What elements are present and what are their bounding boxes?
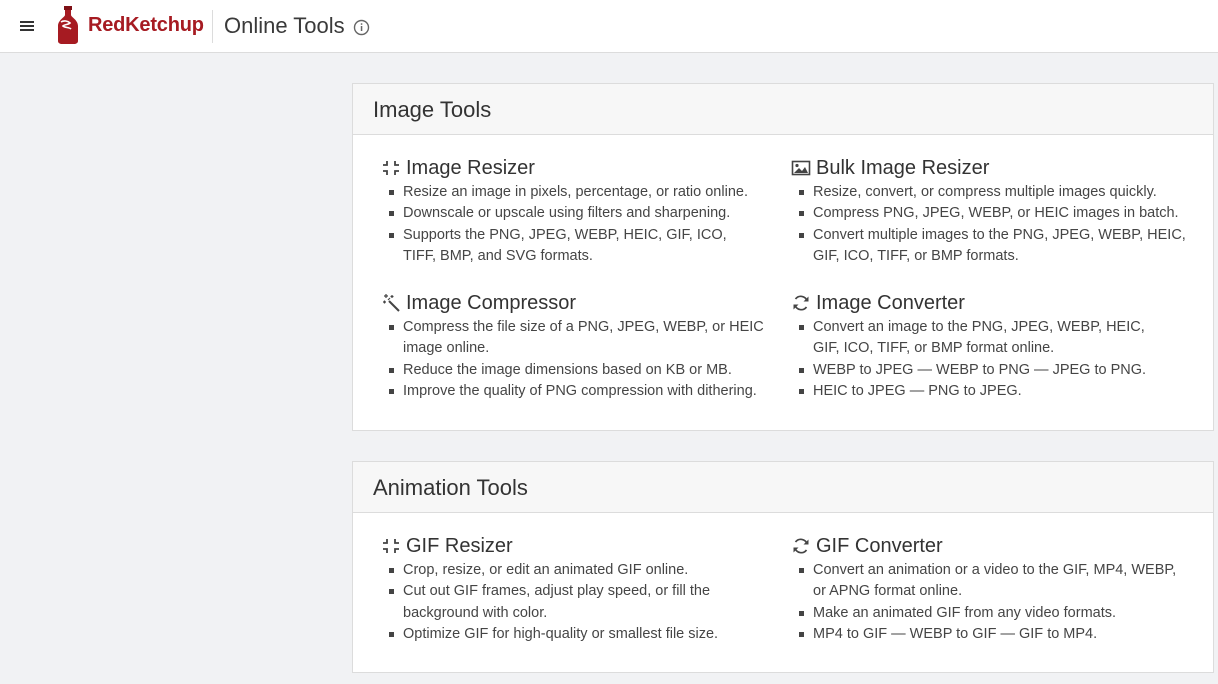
- brand-name[interactable]: RedKetchup: [88, 14, 204, 37]
- feature-list: Resize, convert, or compress multiple im…: [791, 182, 1191, 267]
- animation-tools-header: Animation Tools: [353, 462, 1213, 513]
- section-title: Animation Tools: [373, 475, 528, 500]
- tool-gif-converter: GIF Converter Convert an animation or a …: [791, 533, 1191, 645]
- list-item: Improve the quality of PNG compression w…: [381, 381, 781, 402]
- tool-image-converter: Image Converter Convert an image to the …: [791, 290, 1191, 402]
- tool-title-text: GIF Resizer: [406, 534, 513, 557]
- tool-title-text: Image Resizer: [406, 156, 535, 179]
- feature-list: Crop, resize, or edit an animated GIF on…: [381, 560, 781, 645]
- image-tools-card: Image Tools Image Resizer Resize an imag…: [352, 83, 1214, 431]
- feature-list: Convert an image to the PNG, JPEG, WEBP,…: [791, 317, 1191, 402]
- resize-icon: [381, 536, 401, 556]
- tool-title-text: Bulk Image Resizer: [816, 156, 990, 179]
- tool-image-compressor: Image Compressor Compress the file size …: [381, 290, 781, 402]
- ketchup-bottle-logo[interactable]: [56, 6, 80, 44]
- image-converter-link[interactable]: Image Converter: [791, 290, 1191, 316]
- list-item: Optimize GIF for high-quality or smalles…: [381, 624, 781, 645]
- image-tools-header: Image Tools: [353, 84, 1213, 135]
- list-item: Compress the file size of a PNG, JPEG, W…: [381, 317, 771, 360]
- feature-list: Resize an image in pixels, percentage, o…: [381, 182, 781, 267]
- list-item: Convert an image to the PNG, JPEG, WEBP,…: [791, 317, 1171, 360]
- list-item: Convert an animation or a video to the G…: [791, 560, 1186, 603]
- hamburger-menu-icon[interactable]: [18, 16, 38, 36]
- tool-bulk-image-resizer: Bulk Image Resizer Resize, convert, or c…: [791, 155, 1191, 267]
- image-resizer-link[interactable]: Image Resizer: [381, 155, 781, 181]
- list-item: Supports the PNG, JPEG, WEBP, HEIC, GIF,…: [381, 225, 751, 268]
- list-item: Crop, resize, or edit an animated GIF on…: [381, 560, 781, 581]
- list-item: Downscale or upscale using filters and s…: [381, 203, 781, 224]
- list-item: Cut out GIF frames, adjust play speed, o…: [381, 581, 741, 624]
- feature-list: Convert an animation or a video to the G…: [791, 560, 1191, 645]
- header-divider: [212, 10, 213, 43]
- gif-resizer-link[interactable]: GIF Resizer: [381, 533, 781, 559]
- list-item: Convert multiple images to the PNG, JPEG…: [791, 225, 1191, 268]
- convert-icon: [791, 536, 811, 556]
- resize-icon: [381, 158, 401, 178]
- list-item: HEIC to JPEG — PNG to JPEG.: [791, 381, 1191, 402]
- tool-title-text: Image Compressor: [406, 291, 577, 314]
- images-icon: [791, 158, 811, 178]
- list-item: MP4 to GIF — WEBP to GIF — GIF to MP4.: [791, 624, 1191, 645]
- magic-wand-icon: [381, 293, 401, 313]
- list-item: Resize, convert, or compress multiple im…: [791, 182, 1191, 203]
- tool-title-text: Image Converter: [816, 291, 965, 314]
- list-item: WEBP to JPEG — WEBP to PNG — JPEG to PNG…: [791, 360, 1191, 381]
- top-bar: RedKetchup Online Tools: [0, 0, 1218, 53]
- info-icon[interactable]: [353, 19, 370, 36]
- feature-list: Compress the file size of a PNG, JPEG, W…: [381, 317, 781, 402]
- animation-tools-card: Animation Tools GIF Resizer Crop, resize…: [352, 461, 1214, 673]
- image-compressor-link[interactable]: Image Compressor: [381, 290, 781, 316]
- list-item: Make an animated GIF from any video form…: [791, 603, 1191, 624]
- tool-image-resizer: Image Resizer Resize an image in pixels,…: [381, 155, 781, 267]
- list-item: Compress PNG, JPEG, WEBP, or HEIC images…: [791, 203, 1191, 224]
- tool-title-text: GIF Converter: [816, 534, 943, 557]
- section-title: Image Tools: [373, 97, 492, 122]
- list-item: Reduce the image dimensions based on KB …: [381, 360, 781, 381]
- bulk-image-resizer-link[interactable]: Bulk Image Resizer: [791, 155, 1191, 181]
- tool-gif-resizer: GIF Resizer Crop, resize, or edit an ani…: [381, 533, 781, 645]
- convert-icon: [791, 293, 811, 313]
- gif-converter-link[interactable]: GIF Converter: [791, 533, 1191, 559]
- page-title: Online Tools: [224, 13, 345, 38]
- list-item: Resize an image in pixels, percentage, o…: [381, 182, 781, 203]
